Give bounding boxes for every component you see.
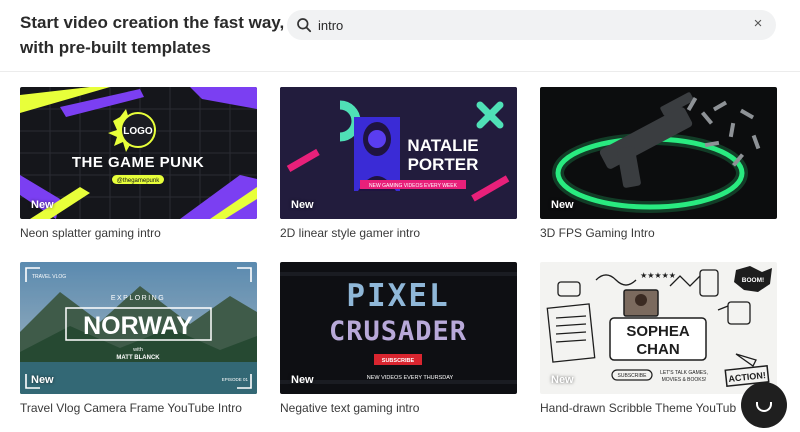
new-badge: New bbox=[291, 374, 314, 386]
page-header: Start video creation the fast way, with … bbox=[0, 0, 800, 72]
search-input[interactable] bbox=[318, 14, 738, 36]
thumb-subscribe: SUBSCRIBE bbox=[618, 373, 648, 379]
template-title[interactable]: Travel Vlog Camera Frame YouTube Intro bbox=[20, 401, 257, 415]
template-thumbnail[interactable]: New bbox=[540, 87, 777, 219]
thumb-stars: ★★★★★ bbox=[640, 271, 676, 280]
thumb-episode: EPISODE 01 bbox=[222, 377, 249, 382]
thumb-title-line-2: CHAN bbox=[636, 341, 679, 358]
new-badge: New bbox=[551, 199, 574, 211]
thumb-pretitle: EXPLORING bbox=[111, 295, 165, 302]
template-thumbnail[interactable]: TRAVEL VLOG EXPLORING NORWAY with MATT B… bbox=[20, 262, 257, 394]
thumb-title-line-1: SOPHEA bbox=[626, 323, 690, 340]
thumb-blurb-line-1: LET'S TALK GAMES, bbox=[660, 370, 708, 376]
template-card[interactable]: ★★★★★ BOOM! SOPHEA CHAN SUBSCRIBE LET'S … bbox=[540, 262, 777, 415]
template-thumbnail[interactable]: ★★★★★ BOOM! SOPHEA CHAN SUBSCRIBE LET'S … bbox=[540, 262, 777, 394]
thumb-title-line-2: PORTER bbox=[408, 155, 479, 174]
headline-line-1: Start video creation the fast way, bbox=[20, 13, 285, 32]
thumb-logo-text: LOGO bbox=[123, 126, 153, 137]
headline-line-2: with pre-built templates bbox=[20, 38, 211, 57]
new-badge: New bbox=[31, 374, 54, 386]
template-title[interactable]: Neon splatter gaming intro bbox=[20, 226, 257, 240]
template-card[interactable]: TRAVEL VLOG EXPLORING NORWAY with MATT B… bbox=[20, 262, 257, 415]
new-badge: New bbox=[31, 199, 54, 211]
template-thumbnail[interactable]: PIXEL CRUSADER SUBSCRIBE NEW VIDEOS EVER… bbox=[280, 262, 517, 394]
new-badge: New bbox=[551, 374, 574, 386]
thumb-title-line-1: NATALIE bbox=[407, 136, 478, 155]
chat-support-button[interactable] bbox=[741, 382, 787, 428]
template-card[interactable]: PIXEL CRUSADER SUBSCRIBE NEW VIDEOS EVER… bbox=[280, 262, 517, 415]
search-icon bbox=[297, 18, 312, 33]
clear-search-icon[interactable]: × bbox=[750, 16, 766, 32]
template-title[interactable]: Negative text gaming intro bbox=[280, 401, 517, 415]
thumb-handle: @thegamepunk bbox=[117, 178, 160, 184]
thumb-tagline: NEW VIDEOS EVERY THURSDAY bbox=[367, 375, 454, 381]
thumb-blurb-line-2: MOVIES & BOOKS! bbox=[662, 377, 707, 383]
search-bar[interactable]: × bbox=[287, 10, 776, 40]
chat-icon bbox=[756, 402, 772, 412]
template-card[interactable]: NATALIE PORTER NEW GAMING VIDEOS EVERY W… bbox=[280, 87, 517, 240]
template-thumbnail[interactable]: NATALIE PORTER NEW GAMING VIDEOS EVERY W… bbox=[280, 87, 517, 219]
template-title[interactable]: 2D linear style gamer intro bbox=[280, 226, 517, 240]
thumb-subscribe: SUBSCRIBE bbox=[382, 358, 415, 364]
thumb-title-line-1: PIXEL bbox=[346, 278, 449, 314]
thumb-with: with bbox=[132, 347, 143, 353]
thumb-boom: BOOM! bbox=[742, 277, 764, 284]
thumb-kicker: TRAVEL VLOG bbox=[32, 274, 66, 280]
template-card[interactable]: New 3D FPS Gaming Intro bbox=[540, 87, 777, 240]
thumb-host: MATT BLANCK bbox=[116, 355, 160, 361]
template-card[interactable]: LOGO THE GAME PUNK @thegamepunk New Neon… bbox=[20, 87, 257, 240]
thumb-title: THE GAME PUNK bbox=[72, 154, 204, 171]
thumb-tagline: NEW GAMING VIDEOS EVERY WEEK bbox=[369, 183, 458, 189]
thumb-title-line-2: CRUSADER bbox=[329, 316, 467, 347]
thumb-title: NORWAY bbox=[83, 312, 193, 340]
template-title[interactable]: 3D FPS Gaming Intro bbox=[540, 226, 777, 240]
template-thumbnail[interactable]: LOGO THE GAME PUNK @thegamepunk New bbox=[20, 87, 257, 219]
new-badge: New bbox=[291, 199, 314, 211]
page-headline: Start video creation the fast way, with … bbox=[20, 10, 290, 60]
